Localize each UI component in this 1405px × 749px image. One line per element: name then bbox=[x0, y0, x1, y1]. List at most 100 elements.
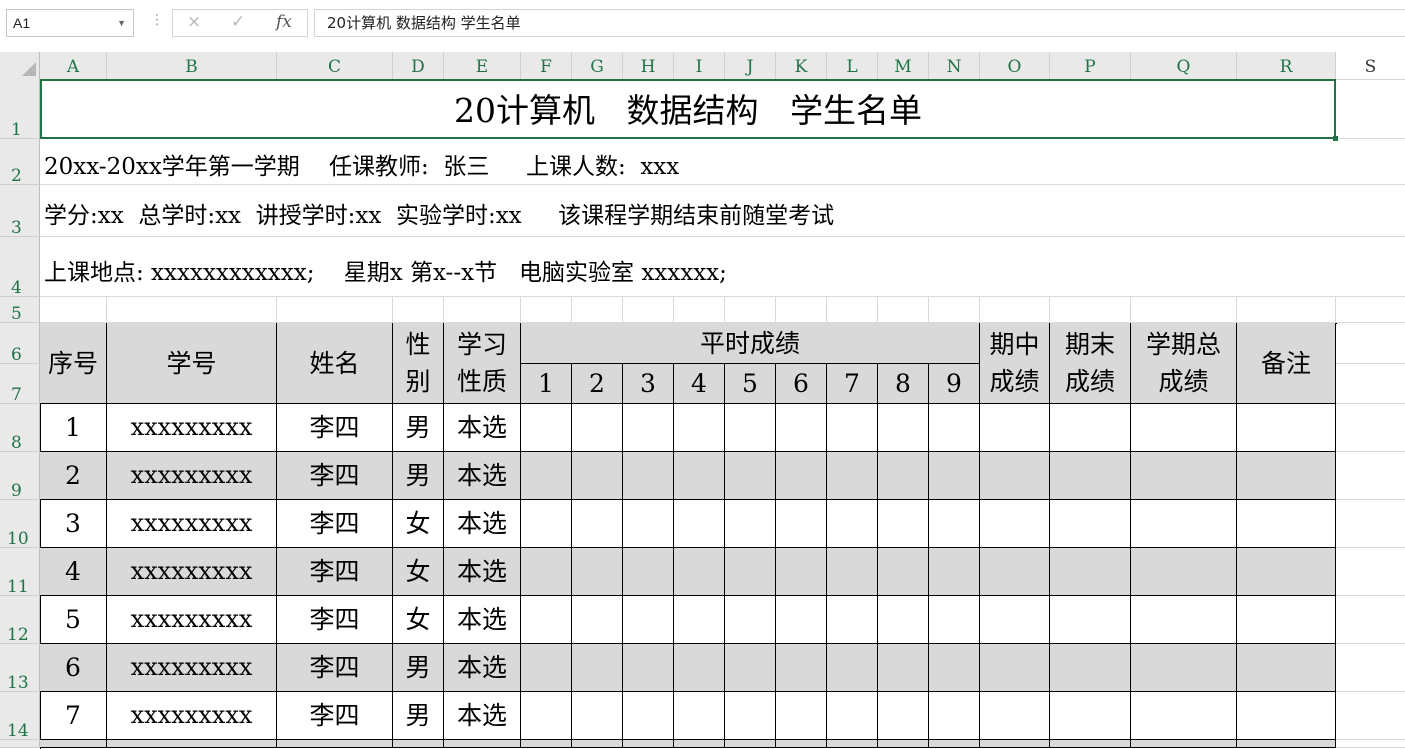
column-header-r[interactable]: R bbox=[1237, 52, 1336, 80]
cell-empty[interactable] bbox=[776, 500, 827, 548]
cell-empty[interactable] bbox=[776, 452, 827, 500]
cell-empty[interactable] bbox=[674, 404, 725, 452]
cell-empty[interactable] bbox=[725, 452, 776, 500]
column-header-q[interactable]: Q bbox=[1131, 52, 1237, 80]
cell-empty[interactable] bbox=[572, 404, 623, 452]
header-usual-8[interactable]: 8 bbox=[878, 364, 929, 404]
cell-student-id[interactable]: xxxxxxxxx bbox=[107, 548, 277, 596]
cell-empty[interactable] bbox=[623, 452, 674, 500]
cell-empty[interactable] bbox=[1050, 692, 1131, 740]
cell-study-type[interactable]: 本选 bbox=[444, 692, 521, 740]
cell-empty[interactable] bbox=[980, 644, 1050, 692]
cell-empty[interactable] bbox=[1131, 740, 1237, 748]
cell-empty[interactable] bbox=[572, 596, 623, 644]
cell-gender[interactable]: 男 bbox=[393, 692, 444, 740]
header-student-id[interactable]: 学号 bbox=[107, 323, 277, 404]
cell-empty[interactable] bbox=[1237, 548, 1336, 596]
cell-empty[interactable] bbox=[929, 404, 980, 452]
cell-empty[interactable] bbox=[827, 452, 878, 500]
cell-empty[interactable] bbox=[521, 452, 572, 500]
cell-empty[interactable] bbox=[776, 596, 827, 644]
cell-empty[interactable] bbox=[1050, 404, 1131, 452]
cell-empty[interactable] bbox=[674, 548, 725, 596]
column-header-m[interactable]: M bbox=[878, 52, 929, 80]
header-term-total[interactable]: 学期总 成绩 bbox=[1131, 323, 1237, 404]
cell-empty[interactable] bbox=[277, 740, 393, 748]
cell-empty[interactable] bbox=[572, 452, 623, 500]
info-location[interactable]: 上课地点: xxxxxxxxxxxx; 星期x 第x--x节 电脑实验室 xxx… bbox=[44, 253, 727, 287]
cell-name[interactable]: 李四 bbox=[277, 692, 393, 740]
column-header-k[interactable]: K bbox=[776, 52, 827, 80]
cell-seq[interactable]: 5 bbox=[40, 596, 107, 644]
header-usual-4[interactable]: 4 bbox=[674, 364, 725, 404]
cell-empty[interactable] bbox=[1131, 500, 1237, 548]
sheet-title-cell[interactable]: 20计算机 数据结构 学生名单 bbox=[40, 79, 1336, 139]
cell-gender[interactable]: 男 bbox=[393, 644, 444, 692]
column-header-b[interactable]: B bbox=[107, 52, 277, 80]
cell-empty[interactable] bbox=[623, 596, 674, 644]
cell-empty[interactable] bbox=[827, 740, 878, 748]
header-gender[interactable]: 性 别 bbox=[393, 323, 444, 404]
cell-empty[interactable] bbox=[980, 548, 1050, 596]
row-header-8[interactable]: 8 bbox=[0, 404, 40, 453]
cell-empty[interactable] bbox=[674, 740, 725, 748]
cell-empty[interactable] bbox=[1131, 404, 1237, 452]
cell-name[interactable]: 李四 bbox=[277, 644, 393, 692]
column-header-a[interactable]: A bbox=[40, 52, 107, 80]
cell-empty[interactable] bbox=[827, 644, 878, 692]
cell-empty[interactable] bbox=[674, 644, 725, 692]
cell-seq[interactable]: 1 bbox=[40, 404, 107, 452]
cell-empty[interactable] bbox=[521, 500, 572, 548]
cell-empty[interactable] bbox=[1131, 548, 1237, 596]
cell-empty[interactable] bbox=[878, 500, 929, 548]
header-usual-5[interactable]: 5 bbox=[725, 364, 776, 404]
info-term-teacher[interactable]: 20xx-20xx学年第一学期 任课教师: 张三 上课人数: xxx bbox=[44, 147, 679, 181]
cell-empty[interactable] bbox=[878, 644, 929, 692]
cell-empty[interactable] bbox=[521, 740, 572, 748]
cell-empty[interactable] bbox=[776, 404, 827, 452]
cell-student-id[interactable]: xxxxxxxxx bbox=[107, 452, 277, 500]
enter-icon[interactable]: ✓ bbox=[231, 12, 245, 32]
cell-empty[interactable] bbox=[623, 740, 674, 748]
cell-empty[interactable] bbox=[393, 740, 444, 748]
row-header-7[interactable]: 7 bbox=[0, 364, 40, 405]
cell-empty[interactable] bbox=[521, 596, 572, 644]
cell-empty[interactable] bbox=[1050, 500, 1131, 548]
cell-gender[interactable]: 女 bbox=[393, 500, 444, 548]
cell-empty[interactable] bbox=[725, 740, 776, 748]
header-usual-grades[interactable]: 平时成绩 bbox=[521, 323, 980, 364]
cell-empty[interactable] bbox=[1050, 548, 1131, 596]
cell-empty[interactable] bbox=[878, 404, 929, 452]
cell-seq[interactable]: 2 bbox=[40, 452, 107, 500]
cell-empty[interactable] bbox=[980, 500, 1050, 548]
column-header-n[interactable]: N bbox=[929, 52, 980, 80]
cell-gender[interactable]: 女 bbox=[393, 548, 444, 596]
cell-empty[interactable] bbox=[725, 548, 776, 596]
cell-name[interactable]: 李四 bbox=[277, 452, 393, 500]
cell-study-type[interactable]: 本选 bbox=[444, 644, 521, 692]
cell-gender[interactable]: 女 bbox=[393, 596, 444, 644]
cell-empty[interactable] bbox=[929, 452, 980, 500]
cell-empty[interactable] bbox=[623, 692, 674, 740]
cell-empty[interactable] bbox=[1131, 644, 1237, 692]
formula-input[interactable]: 20计算机 数据结构 学生名单 bbox=[314, 9, 1405, 37]
cell-name[interactable]: 李四 bbox=[277, 548, 393, 596]
insert-function-icon[interactable]: fx bbox=[276, 12, 292, 32]
cell-empty[interactable] bbox=[929, 548, 980, 596]
cell-empty[interactable] bbox=[1237, 740, 1336, 748]
cell-empty[interactable] bbox=[827, 548, 878, 596]
column-header-j[interactable]: J bbox=[725, 52, 776, 80]
cell-empty[interactable] bbox=[572, 692, 623, 740]
cell-empty[interactable] bbox=[929, 740, 980, 748]
cell-seq[interactable]: 4 bbox=[40, 548, 107, 596]
cell-empty[interactable] bbox=[878, 692, 929, 740]
cell-empty[interactable] bbox=[1131, 692, 1237, 740]
cell-empty[interactable] bbox=[827, 500, 878, 548]
cell-study-type[interactable]: 本选 bbox=[444, 500, 521, 548]
row-header-13[interactable]: 13 bbox=[0, 644, 40, 693]
cell-study-type[interactable]: 本选 bbox=[444, 452, 521, 500]
cell-empty[interactable] bbox=[929, 692, 980, 740]
cell-empty[interactable] bbox=[929, 500, 980, 548]
column-header-o[interactable]: O bbox=[980, 52, 1050, 80]
cancel-icon[interactable]: × bbox=[187, 12, 201, 32]
